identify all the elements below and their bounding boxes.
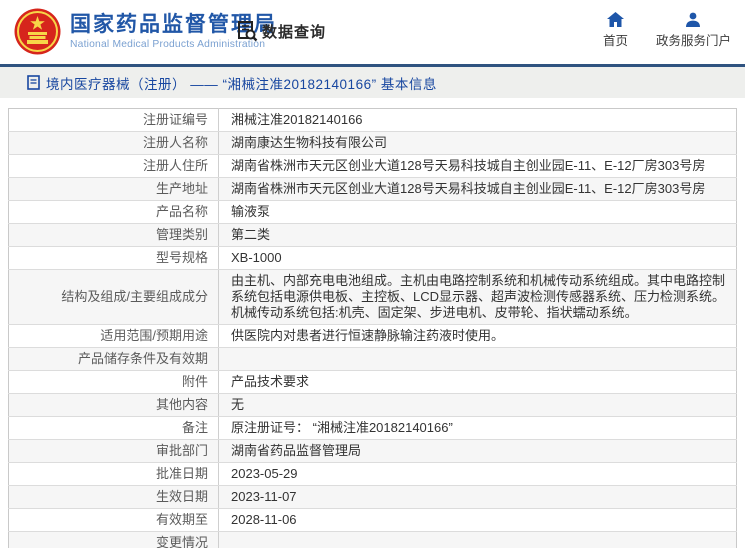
field-value: 由主机、内部充电电池组成。主机由电路控制系统和机械传动系统组成。其中电路控制系统… [218,269,737,325]
table-row: 注册证编号 湘械注准20182140166 [8,108,737,132]
table-row: 产品储存条件及有效期 [8,347,737,371]
field-label: 产品名称 [8,200,219,224]
field-value: 2023-05-29 [218,462,737,486]
table-row: 生效日期 2023-11-07 [8,485,737,509]
table-row: 有效期至 2028-11-06 [8,508,737,532]
data-query-icon [237,20,258,42]
field-label: 备注 [8,416,219,440]
field-value: 供医院内对患者进行恒速静脉输注药液时使用。 [218,324,737,348]
table-row: 产品名称 输液泵 [8,200,737,224]
nav-gov-portal-label: 政务服务门户 [655,34,731,48]
table-row: 注册人住所 湖南省株洲市天元区创业大道128号天易科技城自主创业园E-11、E-1… [8,154,737,178]
field-label: 注册人住所 [8,154,219,178]
data-query-tab[interactable]: 数据查询 [237,20,326,42]
table-row: 型号规格 XB-1000 [8,246,737,270]
field-label: 其他内容 [8,393,219,417]
field-value [218,531,737,548]
field-label: 管理类别 [8,223,219,247]
field-label: 变更情况 [8,531,219,548]
field-value: 原注册证号： “湘械注准20182140166” [218,416,737,440]
table-row: 注册人名称 湖南康达生物科技有限公司 [8,131,737,155]
field-value: 输液泵 [218,200,737,224]
field-label: 型号规格 [8,246,219,270]
field-value: 产品技术要求 [218,370,737,394]
field-value: 第二类 [218,223,737,247]
field-label: 有效期至 [8,508,219,532]
field-label: 适用范围/预期用途 [8,324,219,348]
field-label: 审批部门 [8,439,219,463]
field-value: 2028-11-06 [218,508,737,532]
field-value: XB-1000 [218,246,737,270]
document-icon [27,75,40,90]
field-value: 2023-11-07 [218,485,737,509]
table-row: 生产地址 湖南省株洲市天元区创业大道128号天易科技城自主创业园E-11、E-12… [8,177,737,201]
field-value [218,347,737,371]
home-icon [606,12,624,27]
field-label: 附件 [8,370,219,394]
nav-gov-portal[interactable]: 政务服务门户 [656,12,731,49]
site-header: 国家药品监督管理局 National Medical Products Admi… [0,0,745,64]
nav-home-label: 首页 [602,34,628,48]
field-value: 湖南康达生物科技有限公司 [218,131,737,155]
nav-home[interactable]: 首页 [603,12,628,49]
field-value: 湖南省株洲市天元区创业大道128号天易科技城自主创业园E-11、E-12厂房30… [218,154,737,178]
field-label: 生产地址 [8,177,219,201]
page-title: 境内医疗器械（注册） —— “湘械注准20182140166” 基本信息 [46,76,437,92]
field-value: 湘械注准20182140166 [218,108,737,132]
table-row: 结构及组成/主要组成成分 由主机、内部充电电池组成。主机由电路控制系统和机械传动系… [8,269,737,325]
table-row: 其他内容无 [8,393,737,417]
field-value: 湖南省药品监督管理局 [218,439,737,463]
table-row: 变更情况 [8,531,737,548]
table-row: 管理类别 第二类 [8,223,737,247]
table-row: 批准日期 2023-05-29 [8,462,737,486]
breadcrumb-bar: 境内医疗器械（注册） —— “湘械注准20182140166” 基本信息 [0,64,745,98]
field-label: 批准日期 [8,462,219,486]
table-row: 适用范围/预期用途 供医院内对患者进行恒速静脉输注药液时使用。 [8,324,737,348]
user-icon [685,12,701,27]
table-row: 审批部门 湖南省药品监督管理局 [8,439,737,463]
header-nav: 首页 政务服务门户 [603,12,731,49]
field-label: 生效日期 [8,485,219,509]
field-value: 湖南省株洲市天元区创业大道128号天易科技城自主创业园E-11、E-12厂房30… [218,177,737,201]
table-row: 附件 产品技术要求 [8,370,737,394]
field-label: 结构及组成/主要组成成分 [8,269,219,325]
national-emblem-icon [14,8,61,55]
field-label: 注册人名称 [8,131,219,155]
field-label: 注册证编号 [8,108,219,132]
info-table: 注册证编号 湘械注准20182140166 注册人名称 湖南康达生物科技有限公司 注册人… [8,108,737,548]
table-wrap: 注册证编号 湘械注准20182140166 注册人名称 湖南康达生物科技有限公司 注册人… [8,108,737,548]
table-row: 备注 原注册证号： “湘械注准20182140166” [8,416,737,440]
data-query-label: 数据查询 [262,23,327,41]
field-value: 无 [218,393,737,417]
field-label: 产品储存条件及有效期 [8,347,219,371]
